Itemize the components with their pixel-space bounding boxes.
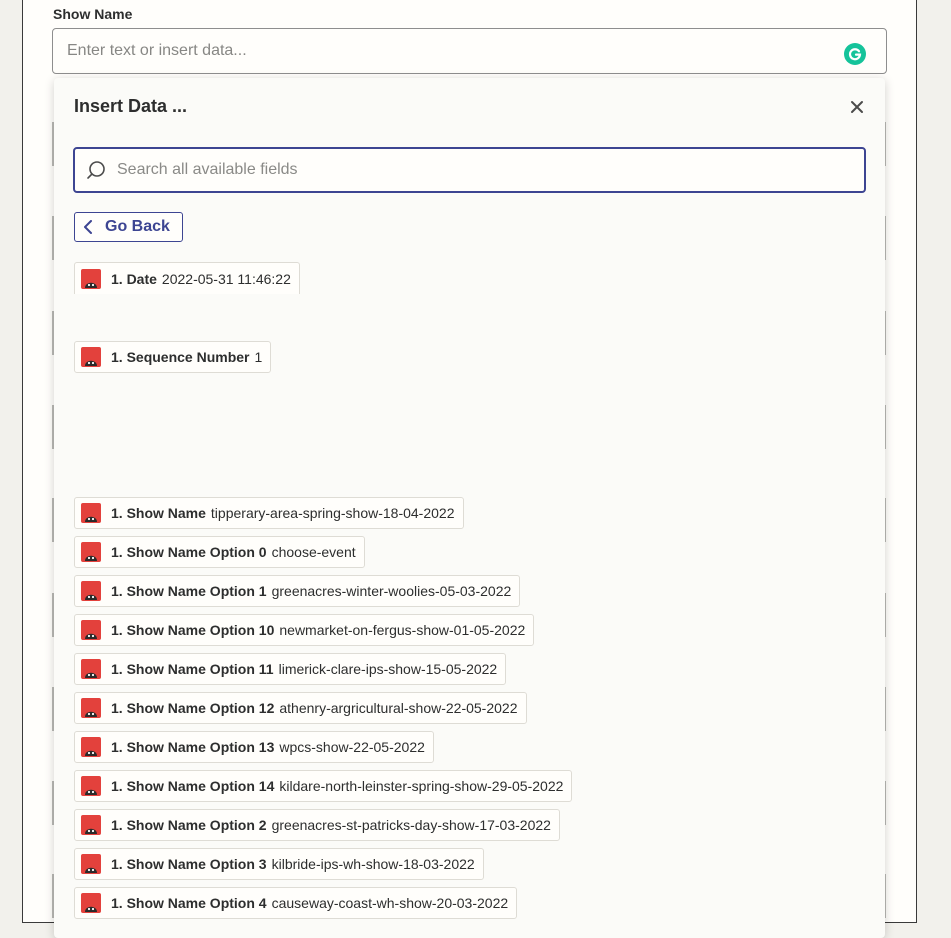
field-item-value: athenry-argricultural-show-22-05-2022 (279, 700, 518, 716)
show-name-placeholder: Enter text or insert data... (67, 42, 247, 59)
field-item-value: limerick-clare-ips-show-15-05-2022 (278, 661, 498, 677)
app-icon (81, 698, 101, 718)
field-item-value: newmarket-on-fergus-show-01-05-2022 (279, 622, 526, 638)
field-item-label: 1. Show Name Option 13 (111, 739, 275, 755)
go-back-button[interactable]: Go Back (74, 212, 183, 242)
app-icon (81, 737, 101, 757)
field-item[interactable]: 1. Show Name Option 10 newmarket-on-fergu… (74, 614, 535, 646)
app-icon (81, 542, 101, 562)
search-input[interactable] (115, 160, 815, 180)
search-icon (87, 161, 105, 179)
app-icon (81, 854, 101, 874)
close-button[interactable] (844, 94, 870, 120)
app-icon (81, 581, 101, 601)
app-icon (81, 347, 101, 367)
field-item-label: 1. Sequence Number (111, 349, 250, 365)
grammarly-icon[interactable] (844, 43, 866, 65)
field-item[interactable]: 1. Sequence Number 1 (74, 341, 272, 373)
field-item-label: 1. Show Name Option 12 (111, 700, 275, 716)
field-item[interactable]: 1. Show Name Option 2 greenacres-st-patri… (74, 809, 560, 841)
field-item-label: 1. Show Name Option 0 (111, 544, 267, 560)
field-item-value: greenacres-winter-woolies-05-03-2022 (271, 583, 512, 599)
field-item-label: 1. Show Name Option 10 (111, 622, 275, 638)
search-field[interactable] (73, 147, 866, 193)
field-item[interactable]: 1. Show Name Option 13 wpcs-show-22-05-20… (74, 731, 434, 763)
field-item-value: greenacres-st-patricks-day-show-17-03-20… (271, 817, 551, 833)
field-item[interactable]: 1. Show Name Option 3 kilbride-ips-wh-sho… (74, 848, 484, 880)
field-item-label: 1. Show Name Option 4 (111, 895, 267, 911)
field-item-value: kilbride-ips-wh-show-18-03-2022 (271, 856, 475, 872)
field-item-value: causeway-coast-wh-show-20-03-2022 (271, 895, 509, 911)
field-item[interactable]: 1. Show Name Option 14 kildare-north-lein… (74, 770, 573, 802)
field-item-value: 2022-05-31 11:46:22 (161, 270, 291, 287)
popup-title: Insert Data ... (74, 96, 188, 116)
chevron-left-icon (84, 220, 92, 234)
app-icon (81, 268, 101, 289)
field-item-label: 1. Show Name Option 2 (111, 817, 267, 833)
app-icon (81, 893, 101, 913)
close-icon (851, 101, 863, 113)
field-item[interactable]: 1. Show Name Option 4 causeway-coast-wh-s… (74, 887, 518, 919)
app-icon (81, 503, 101, 523)
field-item-label: 1. Show Name Option 3 (111, 856, 267, 872)
field-item-value: tipperary-area-spring-show-18-04-2022 (210, 505, 455, 521)
show-name-input[interactable]: Enter text or insert data... (52, 28, 887, 74)
go-back-label: Go Back (105, 218, 170, 235)
app-icon (81, 815, 101, 835)
field-item-label: 1. Date (111, 270, 157, 287)
field-item[interactable]: 1. Show Name Option 0 choose-event (74, 536, 365, 568)
field-item-value: 1 (254, 349, 263, 365)
show-name-label: Show Name (53, 6, 133, 22)
app-icon (81, 776, 101, 796)
field-item-label: 1. Show Name Option 14 (111, 778, 275, 794)
app-icon (81, 620, 101, 640)
field-item-value: wpcs-show-22-05-2022 (279, 739, 425, 755)
field-item[interactable]: 1. Show Name tipperary-area-spring-show-1… (74, 497, 464, 529)
field-item-value: kildare-north-leinster-spring-show-29-05… (279, 778, 564, 794)
insert-data-popup: Insert Data ... Go Back 1. Date2022-05-3… (54, 78, 885, 938)
field-item[interactable]: 1. Date 2022-05-31 11:46:22 (74, 262, 300, 294)
field-item[interactable]: 1. Show Name Option 12 athenry-argricultu… (74, 692, 527, 724)
app-icon (81, 659, 101, 679)
field-item[interactable]: 1. Show Name Option 1 greenacres-winter-w… (74, 575, 521, 607)
field-item-value: choose-event (271, 544, 356, 560)
field-item-label: 1. Show Name Option 1 (111, 583, 267, 599)
field-item[interactable]: 1. Show Name Option 11 limerick-clare-ips… (74, 653, 507, 685)
field-item-label: 1. Show Name Option 11 (111, 661, 274, 677)
field-item-label: 1. Show Name (111, 505, 206, 521)
